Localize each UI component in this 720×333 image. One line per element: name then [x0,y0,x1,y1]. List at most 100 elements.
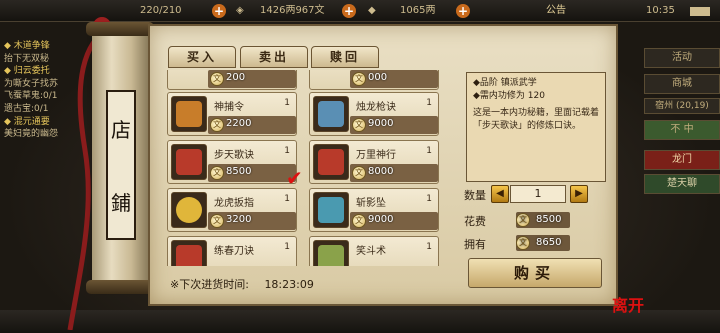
item-icon [313,144,349,180]
list-item[interactable]: 笑斗术 1 [309,236,439,266]
add-money-button[interactable]: + [342,4,356,18]
item-price: 2200 [226,118,252,129]
price-bar: 文 200 [208,70,296,88]
close-seal-button[interactable]: 离开 [612,292,644,316]
coin-icon: 文 [516,236,530,250]
coin-icon: 文 [210,214,224,228]
coin-icon: 文 [352,166,366,180]
item-detail-panel: ◆品阶 镇派武学 ◆需内功修为 120 这是一本内功秘籍，里面记载着「步天歌诀」… [466,72,606,182]
list-item[interactable]: 烛龙枪诀 1 文 9000 [309,92,439,136]
quantity-input[interactable]: 1 [510,185,566,203]
stamina-value: 220/210 [140,5,182,16]
restock-label: ※下次进货时间: [170,278,249,291]
list-item[interactable]: 文 200 [167,70,297,90]
tab-buy[interactable]: 买入 [168,46,236,68]
announcement-button[interactable]: 公告 [546,3,566,19]
gold-value: 1065两 [400,5,436,16]
item-price: 8500 [226,166,252,177]
item-icon [171,96,207,132]
menu-dragon-gate[interactable]: 龙门 [644,150,720,170]
menu-shop[interactable]: 商城 [644,74,720,94]
menu-map[interactable]: 不 中 [644,120,720,140]
item-list[interactable]: 文 200 文 000 神捕令 1 文 2200 烛龙枪诀 1 文 9000 步天歌诀 … [167,70,447,266]
detail-grade: ◆品阶 镇派武学 [473,78,537,88]
owned-value: 8650 [536,237,562,248]
menu-destination[interactable]: 楚天聊 [644,174,720,194]
list-item[interactable]: 万里神行 1 文 8000 [309,140,439,184]
item-icon [313,96,349,132]
selected-check-icon: ✔ [286,166,303,190]
coin-icon: 文 [352,72,366,86]
restock-time: 18:23:09 [264,278,314,291]
shop-sign-char-2: 鋪 [111,191,131,215]
item-qty: 1 [284,98,290,108]
price-bar: 文 000 [350,70,438,88]
item-qty: 1 [284,146,290,156]
item-icon [171,192,207,228]
item-name: 笑斗术 [356,246,386,257]
list-item[interactable]: 龙虎扳指 1 文 3200 [167,188,297,232]
item-qty: 1 [426,242,432,252]
restock-timer: ※下次进货时间: 18:23:09 [170,276,314,292]
coin-icon: 文 [210,118,224,132]
list-item[interactable]: 步天歌诀 1 文 8500 [167,140,297,184]
owned-label: 拥有 [464,238,486,251]
clock: 10:35 [646,5,675,16]
quantity-increase-button[interactable]: ▶ [570,185,588,203]
tab-sell[interactable]: 卖出 [240,46,308,68]
silver-ingot-icon: ◆ [368,5,376,16]
menu-activity[interactable]: 活动 [644,48,720,68]
shop-sign-char-1: 店 [111,118,131,142]
item-icon [171,144,207,180]
item-qty: 1 [426,194,432,204]
quantity-decrease-button[interactable]: ◀ [491,185,509,203]
price-bar: 文 8500 [208,164,296,182]
quantity-label: 数量 [464,189,486,202]
list-item[interactable]: 斩影坠 1 文 9000 [309,188,439,232]
item-price: 000 [368,72,388,83]
price-bar: 文 9000 [350,116,438,134]
right-menu: 活动 商城 宿州 (20,19) 不 中 龙门 楚天聊 [640,40,720,200]
cost-label: 花费 [464,215,486,228]
tab-redeem[interactable]: 赎回 [311,46,379,68]
item-qty: 1 [284,242,290,252]
price-bar: 文 2200 [208,116,296,134]
add-gold-button[interactable]: + [456,4,470,18]
coin-icon: 文 [210,72,224,86]
money-value: 1426两967文 [260,5,325,16]
price-bar: 文 3200 [208,212,296,230]
item-price: 200 [226,72,246,83]
item-price: 9000 [368,118,394,129]
item-icon [171,240,207,266]
list-item[interactable]: 练春刀诀 1 [167,236,297,266]
cost-value-bar: 文 8500 [516,212,570,228]
coin-icon: 文 [352,118,366,132]
coin-icon: 文 [210,166,224,180]
owned-value-bar: 文 8650 [516,235,570,251]
item-name: 步天歌诀 [214,150,254,161]
shop-sign: 店 鋪 [106,90,136,240]
item-name: 龙虎扳指 [214,198,254,209]
menu-location: 宿州 (20,19) [644,98,720,114]
list-item[interactable]: 文 000 [309,70,439,90]
item-icon [313,192,349,228]
add-stamina-button[interactable]: + [212,4,226,18]
item-price: 9000 [368,214,394,225]
price-bar: 文 8000 [350,164,438,182]
item-name: 万里神行 [356,150,396,161]
scroll-roll-bottom [86,280,154,294]
item-qty: 1 [426,146,432,156]
cost-value: 8500 [536,214,562,225]
coin-icon: 文 [352,214,366,228]
item-name: 神捕令 [214,102,244,113]
item-qty: 1 [426,98,432,108]
item-qty: 1 [284,194,290,204]
item-icon [313,240,349,266]
item-name: 斩影坠 [356,198,386,209]
coin-icon: 文 [516,213,530,227]
item-name: 烛龙枪诀 [356,102,396,113]
buy-button[interactable]: 购买 [468,258,602,288]
item-price: 3200 [226,214,252,225]
list-item[interactable]: 神捕令 1 文 2200 [167,92,297,136]
item-name: 练春刀诀 [214,246,254,257]
